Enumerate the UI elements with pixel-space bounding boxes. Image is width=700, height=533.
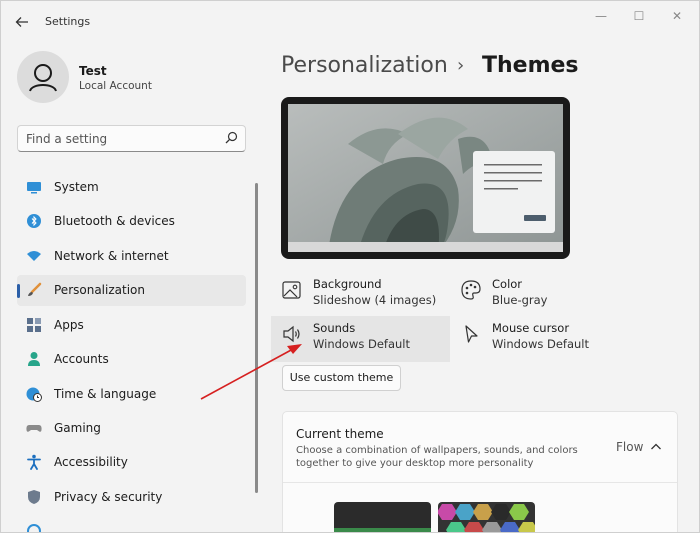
brush-icon: [28, 282, 42, 296]
accessibility-icon: [27, 454, 41, 470]
system-icon: [27, 182, 41, 194]
search-box[interactable]: [17, 125, 246, 152]
close-button[interactable]: ✕: [662, 7, 692, 25]
color-tile[interactable]: Color Blue-gray: [450, 272, 630, 318]
shield-icon: [28, 490, 40, 504]
sidebar-item-label: Personalization: [54, 283, 145, 297]
sidebar-item-gaming[interactable]: Gaming: [17, 413, 246, 444]
use-custom-theme-button[interactable]: Use custom theme: [282, 365, 401, 391]
tile-title: Mouse cursor: [492, 321, 570, 335]
speaker-icon: [283, 325, 300, 343]
back-button[interactable]: [11, 12, 33, 32]
background-tile[interactable]: Background Slideshow (4 images): [271, 272, 451, 318]
theme-thumbnail[interactable]: [438, 502, 535, 532]
page-title: Themes: [482, 53, 579, 78]
search-icon[interactable]: [223, 130, 239, 146]
thumbnail-taskbar: [334, 528, 431, 532]
sidebar-item-label: Gaming: [54, 421, 101, 435]
avatar[interactable]: [17, 51, 69, 103]
person-icon: [28, 352, 40, 366]
sidebar-item-accounts[interactable]: Accounts: [17, 344, 246, 375]
back-arrow-icon: [15, 17, 28, 27]
sidebar-item-label: Apps: [54, 318, 84, 332]
globe-clock-icon: [26, 387, 42, 402]
title-bar: Settings — ☐ ✕: [1, 1, 699, 41]
bluetooth-icon: [27, 214, 41, 228]
tile-value: Windows Default: [492, 337, 590, 351]
hexagon-pattern: [438, 504, 535, 532]
user-avatar-icon: [29, 64, 57, 92]
sounds-tile[interactable]: Sounds Windows Default: [271, 316, 450, 362]
sidebar-item-label: Time & language: [54, 387, 157, 401]
wifi-icon: [27, 251, 41, 261]
sidebar-item-time-language[interactable]: Time & language: [17, 379, 246, 410]
sidebar-item-label: Accessibility: [54, 455, 128, 469]
sidebar-item-apps[interactable]: Apps: [17, 310, 246, 341]
image-icon: [282, 281, 301, 299]
active-indicator: [17, 284, 20, 298]
sidebar-item-label: Bluetooth & devices: [54, 214, 175, 228]
chevron-up-icon[interactable]: [649, 440, 663, 454]
tile-title: Sounds: [313, 321, 356, 335]
current-theme-value: Flow: [616, 440, 644, 454]
sidebar-item-label: Accounts: [54, 352, 109, 366]
card-title: Current theme: [296, 427, 384, 441]
sidebar-item-bluetooth[interactable]: Bluetooth & devices: [17, 206, 246, 237]
settings-window: Settings — ☐ ✕ Test Local Account System: [0, 0, 700, 533]
breadcrumb-separator: ›: [457, 55, 465, 76]
mouse-cursor-tile[interactable]: Mouse cursor Windows Default: [450, 316, 630, 362]
maximize-button[interactable]: ☐: [624, 7, 654, 25]
sidebar-item-network[interactable]: Network & internet: [17, 241, 246, 272]
tile-value: Slideshow (4 images): [313, 293, 437, 307]
sidebar-item-personalization[interactable]: Personalization: [17, 275, 246, 306]
card-description: Choose a combination of wallpapers, soun…: [296, 445, 578, 469]
user-name: Test: [79, 64, 107, 78]
theme-preview: [281, 97, 570, 259]
apps-icon: [27, 318, 41, 332]
cursor-icon: [465, 325, 478, 343]
tile-value: Blue-gray: [492, 293, 548, 307]
gamepad-icon: [26, 425, 42, 432]
breadcrumb-parent[interactable]: Personalization: [281, 53, 448, 78]
tile-value: Windows Default: [313, 337, 411, 351]
tile-title: Background: [313, 277, 382, 291]
sidebar-item-privacy-security[interactable]: Privacy & security: [17, 482, 246, 513]
tile-title: Color: [492, 277, 523, 291]
sidebar-item-label: Privacy & security: [54, 490, 163, 504]
sidebar-item-system[interactable]: System: [17, 172, 246, 203]
search-input[interactable]: [26, 130, 216, 148]
sidebar-item-accessibility[interactable]: Accessibility: [17, 447, 246, 478]
sidebar-item-label: System: [54, 180, 99, 194]
theme-thumbnail[interactable]: [334, 502, 431, 532]
current-theme-card[interactable]: Current theme Choose a combination of wa…: [282, 411, 678, 532]
sidebar-scrollbar[interactable]: [255, 183, 258, 493]
app-title: Settings: [45, 15, 91, 28]
update-icon: [27, 524, 41, 532]
user-account-type: Local Account: [79, 80, 152, 92]
palette-icon: [461, 280, 481, 300]
sidebar-item-windows-update[interactable]: [17, 516, 246, 532]
wallpaper-preview: [288, 104, 563, 252]
divider: [283, 482, 677, 483]
sidebar-item-label: Network & internet: [54, 249, 169, 263]
minimize-button[interactable]: —: [586, 7, 616, 25]
